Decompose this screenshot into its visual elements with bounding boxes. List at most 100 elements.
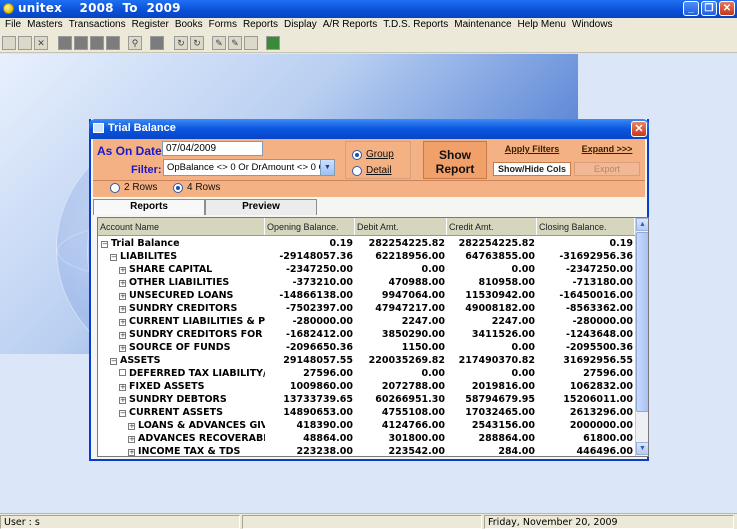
export-button[interactable]: Export	[574, 162, 640, 176]
table-row[interactable]: + SUNDRY DEBTORS 13733739.65 60266951.30 587…	[98, 393, 635, 406]
apply-filters-button[interactable]: Apply Filters	[493, 144, 571, 158]
account-name: UNSECURED LOANS	[129, 290, 234, 301]
menu-books[interactable]: Books	[172, 18, 206, 33]
list-icon[interactable]	[150, 36, 164, 50]
table-row[interactable]: + UNSECURED LOANS -14866138.00 9947064.00 11…	[98, 289, 635, 302]
menu-file[interactable]: File	[2, 18, 24, 33]
scroll-down-icon[interactable]: ▼	[636, 442, 648, 455]
cb-cell: 1062832.00	[569, 381, 633, 392]
ob-cell: 27596.00	[303, 368, 353, 379]
table-row[interactable]: +ADVANCES RECOVERABLE IN 48864.00 301800.0…	[98, 432, 635, 445]
collapse-icon[interactable]: −	[101, 241, 108, 248]
table-row[interactable]: +CURRENT LIABILITIES & PROVIS -280000.00 2…	[98, 315, 635, 328]
cr-cell: 17032465.00	[465, 407, 535, 418]
previous-record-icon[interactable]	[74, 36, 88, 50]
menu-windows[interactable]: Windows	[569, 18, 616, 33]
expand-icon[interactable]: +	[119, 306, 126, 313]
detail-radio[interactable]	[352, 166, 362, 176]
menu-transactions[interactable]: Transactions	[66, 18, 129, 33]
expand-icon[interactable]: +	[119, 397, 126, 404]
collapse-icon[interactable]: −	[110, 254, 117, 261]
column-header[interactable]: Closing Balance.	[537, 218, 635, 235]
chevron-down-icon[interactable]: ▼	[320, 160, 334, 175]
expand-button[interactable]: Expand >>>	[574, 144, 640, 158]
save-icon[interactable]	[244, 36, 258, 50]
leaf-icon[interactable]	[119, 369, 126, 376]
new-icon[interactable]	[2, 36, 16, 50]
as-on-date-input[interactable]: 07/04/2009	[162, 141, 263, 156]
table-row[interactable]: + SUNDRY CREDITORS -7502397.00 47947217.00 4…	[98, 302, 635, 315]
window-icon	[93, 123, 104, 133]
edit-icon[interactable]	[18, 36, 32, 50]
expand-icon[interactable]: +	[128, 436, 135, 443]
account-name-cell: DEFERRED TAX LIABILITY/ASSE	[98, 367, 265, 380]
expand-icon[interactable]: +	[119, 267, 126, 274]
table-row[interactable]: − Trial Balance 0.19 282254225.82 282254225.…	[98, 237, 635, 250]
four-rows-radio[interactable]	[173, 183, 183, 193]
collapse-icon[interactable]: −	[119, 410, 126, 417]
delete-icon[interactable]: ✕	[34, 36, 48, 50]
vertical-scrollbar[interactable]: ▲ ▼	[635, 218, 648, 456]
table-row[interactable]: + OTHER LIABILITIES -373210.00 470988.00 810…	[98, 276, 635, 289]
filter-select[interactable]: OpBalance <> 0 Or DrAmount <> 0 Or ▼	[163, 159, 335, 176]
minimize-button[interactable]: _	[683, 1, 699, 16]
account-name-cell: + UNSECURED LOANS	[98, 289, 265, 302]
cb-cell: -2095500.36	[565, 342, 633, 353]
table-row[interactable]: − ASSETS 29148057.55 220035269.82 217490370.…	[98, 354, 635, 367]
expand-icon[interactable]: +	[119, 332, 126, 339]
collapse-icon[interactable]: −	[110, 358, 117, 365]
table-row[interactable]: + SOURCE OF FUNDS -2096650.36 1150.00 0.00 -2…	[98, 341, 635, 354]
menu-reports[interactable]: Reports	[240, 18, 281, 33]
menu-register[interactable]: Register	[129, 18, 172, 33]
menu-forms[interactable]: Forms	[206, 18, 240, 33]
menu-masters[interactable]: Masters	[24, 18, 66, 33]
group-radio[interactable]	[352, 150, 362, 160]
table-row[interactable]: − CURRENT ASSETS 14890653.00 4755108.00 1703…	[98, 406, 635, 419]
expand-icon[interactable]: +	[119, 280, 126, 287]
dialog-close-button[interactable]: ✕	[631, 121, 647, 137]
group-radio-label: Group	[366, 149, 394, 160]
table-row[interactable]: DEFERRED TAX LIABILITY/ASSE 27596.00 0.00 0…	[98, 367, 635, 380]
first-record-icon[interactable]	[58, 36, 72, 50]
expand-icon[interactable]: +	[119, 345, 126, 352]
table-row[interactable]: + INCOME TAX & TDS 223238.00 223542.00 284.0…	[98, 445, 635, 456]
refresh-icon[interactable]: ↻	[174, 36, 188, 50]
table-row[interactable]: +SUNDRY CREDITORS FOR EXPE -1682412.00 385…	[98, 328, 635, 341]
reload-icon[interactable]: ↻	[190, 36, 204, 50]
scroll-up-icon[interactable]: ▲	[636, 218, 648, 231]
expand-icon[interactable]: +	[119, 293, 126, 300]
table-row[interactable]: +LOANS & ADVANCES GIVEN 418390.00 4124766.…	[98, 419, 635, 432]
table-row[interactable]: + SHARE CAPITAL -2347250.00 0.00 0.00 -234725…	[98, 263, 635, 276]
calculator-icon[interactable]	[266, 36, 280, 50]
restore-button[interactable]: ❐	[701, 1, 717, 16]
menu-help-menu[interactable]: Help Menu	[515, 18, 569, 33]
expand-icon[interactable]: +	[119, 319, 126, 326]
menu-a-r-reports[interactable]: A/R Reports	[320, 18, 380, 33]
expand-icon[interactable]: +	[128, 449, 135, 456]
expand-icon[interactable]: +	[128, 423, 135, 430]
tools-icon[interactable]: ✎	[212, 36, 226, 50]
menu-t-d-s-reports[interactable]: T.D.S. Reports	[380, 18, 451, 33]
close-button[interactable]: ✕	[719, 1, 735, 16]
menu-maintenance[interactable]: Maintenance	[451, 18, 514, 33]
column-header[interactable]: Credit Amt.	[447, 218, 537, 235]
column-header[interactable]: Opening Balance.	[265, 218, 355, 235]
find-icon[interactable]: ⚲	[128, 36, 142, 50]
table-row[interactable]: − LIABILITES -29148057.36 62218956.00 647638…	[98, 250, 635, 263]
settings-icon[interactable]: ✎	[228, 36, 242, 50]
last-record-icon[interactable]	[106, 36, 120, 50]
two-rows-radio[interactable]	[110, 183, 120, 193]
tab-preview[interactable]: Preview	[205, 199, 317, 215]
show-report-button[interactable]: Show Report	[423, 141, 487, 179]
tab-reports[interactable]: Reports	[93, 199, 205, 215]
next-record-icon[interactable]	[90, 36, 104, 50]
column-header[interactable]: Account Name	[98, 218, 265, 235]
column-header[interactable]: Debit Amt.	[355, 218, 447, 235]
show-hide-cols-button[interactable]: Show/Hide Cols	[493, 162, 571, 176]
scroll-thumb[interactable]	[636, 232, 648, 412]
table-row[interactable]: + FIXED ASSETS 1009860.00 2072788.00 2019816…	[98, 380, 635, 393]
cr-cell: 288864.00	[478, 433, 536, 444]
expand-icon[interactable]: +	[119, 384, 126, 391]
menu-display[interactable]: Display	[281, 18, 320, 33]
account-name: SOURCE OF FUNDS	[129, 342, 231, 353]
